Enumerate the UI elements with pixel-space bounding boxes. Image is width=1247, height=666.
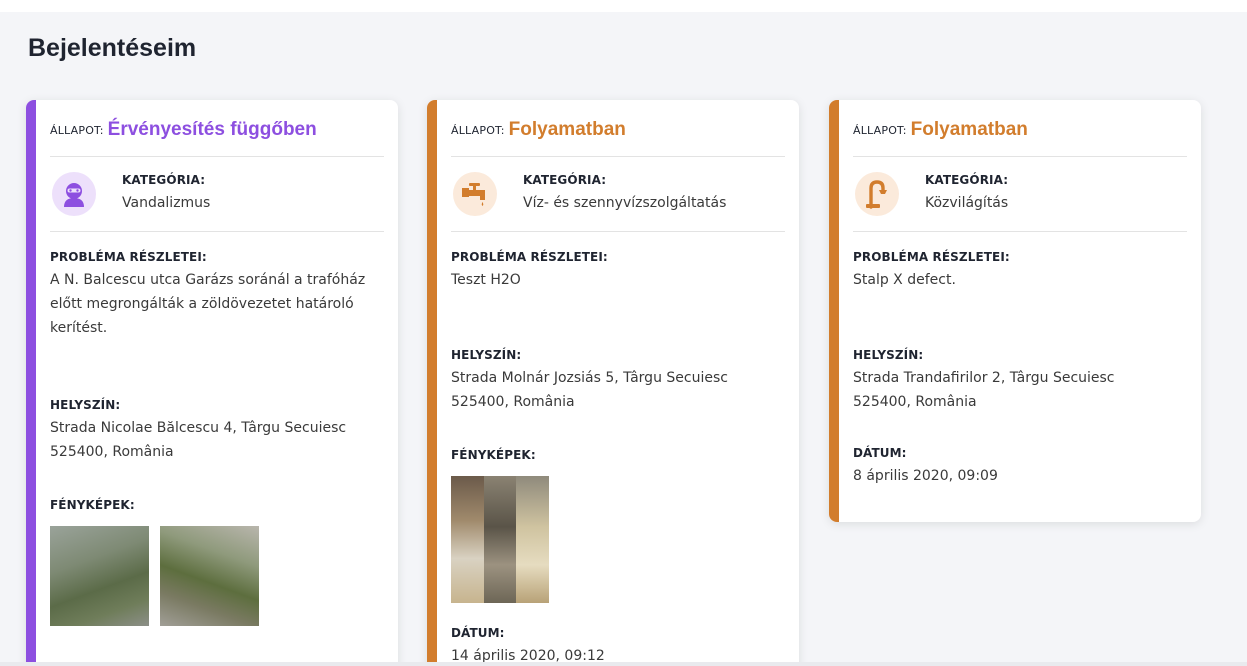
location-line1: Strada Molnár Jozsiás 5, Târgu Secuiesc	[451, 370, 728, 386]
category-value: Vandalizmus	[122, 195, 211, 211]
bottom-edge	[0, 662, 1247, 666]
location-label: HELYSZÍN:	[853, 348, 924, 362]
location-label: HELYSZÍN:	[451, 348, 522, 362]
status-value: Folyamatban	[910, 119, 1028, 140]
category-label: KATEGÓRIA:	[523, 173, 607, 187]
photo-thumbnail[interactable]	[451, 476, 550, 603]
status-row: Állapot: Folyamatban	[853, 100, 1187, 157]
location-line1: Strada Nicolae Bălcescu 4, Târgu Secuies…	[50, 420, 347, 436]
location-line1: Strada Trandafirilor 2, Târgu Secuiesc	[853, 370, 1115, 386]
top-strip	[0, 0, 1247, 12]
photos-section: FÉNYKÉPEK:	[451, 448, 785, 603]
category-value: Víz- és szennyvízszolgáltatás	[523, 195, 727, 211]
status-label: Állapot:	[853, 123, 907, 137]
category-label: KATEGÓRIA:	[122, 173, 206, 187]
details-section: PROBLÉMA RÉSZLETEI: A N. Balcescu utca G…	[50, 250, 384, 340]
street-lamp-icon	[855, 172, 899, 216]
details-value: Stalp X defect.	[853, 272, 956, 288]
details-label: PROBLÉMA RÉSZLETEI:	[853, 250, 1010, 264]
page-title: Bejelentéseim	[28, 34, 197, 62]
category-value: Közvilágítás	[925, 195, 1009, 211]
location-line2: 525400, România	[50, 444, 174, 460]
details-section: PROBLÉMA RÉSZLETEI: Teszt H2O	[451, 250, 785, 292]
category-label: KATEGÓRIA:	[925, 173, 1009, 187]
report-card[interactable]: Állapot: Érvényesítés függőben KATEGÓRIA…	[26, 100, 398, 666]
category-row: KATEGÓRIA: Közvilágítás	[853, 157, 1187, 232]
report-card[interactable]: Állapot: Folyamatban KATEGÓRIA: Közvilág…	[829, 100, 1201, 522]
water-tap-icon	[453, 172, 497, 216]
vandal-icon	[52, 172, 96, 216]
photo-thumbnail[interactable]	[50, 526, 149, 626]
status-row: Állapot: Érvényesítés függőben	[50, 100, 384, 157]
photo-thumbnail[interactable]	[160, 526, 259, 626]
status-label: Állapot:	[451, 123, 505, 137]
location-section: HELYSZÍN: Strada Trandafirilor 2, Târgu …	[853, 348, 1187, 414]
location-section: HELYSZÍN: Strada Molnár Jozsiás 5, Târgu…	[451, 348, 785, 414]
status-label: Állapot:	[50, 123, 104, 137]
date-value: 8 április 2020, 09:09	[853, 468, 998, 484]
location-section: HELYSZÍN: Strada Nicolae Bălcescu 4, Târ…	[50, 398, 384, 464]
location-line2: 525400, România	[451, 394, 575, 410]
location-line2: 525400, România	[853, 394, 977, 410]
location-label: HELYSZÍN:	[50, 398, 121, 412]
status-value: Folyamatban	[508, 119, 626, 140]
details-label: PROBLÉMA RÉSZLETEI:	[50, 250, 207, 264]
date-section: DÁTUM: 8 április 2020, 09:09	[853, 446, 1187, 488]
category-row: KATEGÓRIA: Vandalizmus	[50, 157, 384, 232]
details-section: PROBLÉMA RÉSZLETEI: Stalp X defect.	[853, 250, 1187, 292]
date-section: DÁTUM: 14 április 2020, 09:12	[451, 626, 785, 666]
date-label: DÁTUM:	[451, 626, 505, 640]
category-row: KATEGÓRIA: Víz- és szennyvízszolgáltatás	[451, 157, 785, 232]
photos-section: FÉNYKÉPEK:	[50, 498, 384, 626]
status-row: Állapot: Folyamatban	[451, 100, 785, 157]
details-label: PROBLÉMA RÉSZLETEI:	[451, 250, 608, 264]
details-value: Teszt H2O	[451, 272, 521, 288]
details-value: A N. Balcescu utca Garázs soránál a traf…	[50, 272, 366, 336]
report-card[interactable]: Állapot: Folyamatban KATEGÓRIA: Víz- és …	[427, 100, 799, 666]
photos-label: FÉNYKÉPEK:	[451, 448, 536, 462]
date-label: DÁTUM:	[853, 446, 907, 460]
status-value: Érvényesítés függőben	[107, 119, 317, 140]
photos-label: FÉNYKÉPEK:	[50, 498, 135, 512]
